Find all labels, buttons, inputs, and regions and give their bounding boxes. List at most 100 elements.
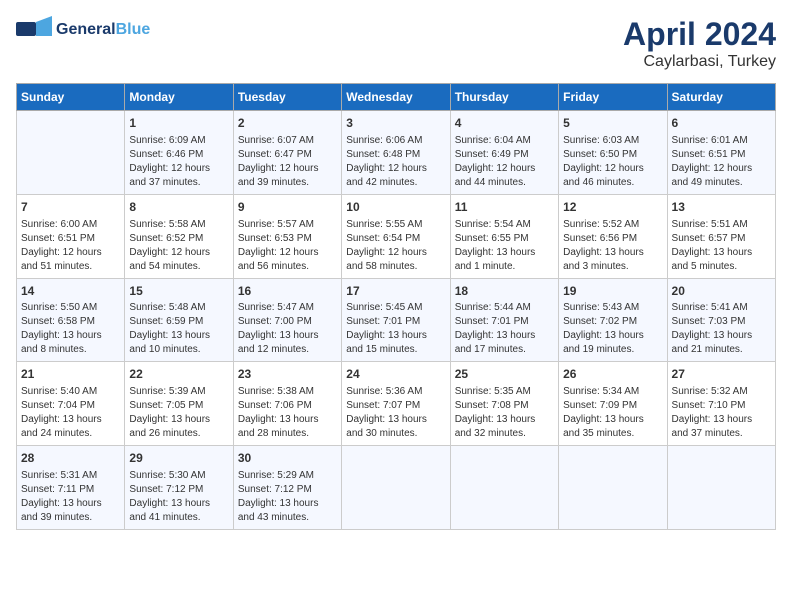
- calendar-cell: 16Sunrise: 5:47 AM Sunset: 7:00 PM Dayli…: [233, 278, 341, 362]
- logo-blue: Blue: [116, 21, 151, 38]
- calendar-cell: 4 Sunrise: 6:04 AM Sunset: 6:49 PM Daylig…: [450, 111, 558, 195]
- day-info: Sunrise: 5:35 AM Sunset: 7:08 PM Dayligh…: [455, 385, 554, 441]
- day-info: Sunrise: 5:50 AM Sunset: 6:58 PM Dayligh…: [21, 301, 120, 357]
- day-number: 23: [238, 366, 337, 383]
- column-header-wednesday: Wednesday: [342, 84, 450, 111]
- day-number: 6: [672, 115, 771, 132]
- day-number: 22: [129, 366, 228, 383]
- day-info: Sunrise: 5:34 AM Sunset: 7:09 PM Dayligh…: [563, 385, 662, 441]
- day-number: 8: [129, 199, 228, 216]
- day-number: 27: [672, 366, 771, 383]
- day-info: Sunrise: 6:06 AM Sunset: 6:48 PM Dayligh…: [346, 134, 445, 190]
- calendar-cell: 20Sunrise: 5:41 AM Sunset: 7:03 PM Dayli…: [667, 278, 775, 362]
- day-number: 17: [346, 283, 445, 300]
- calendar-cell: 30 Sunrise: 5:29 AM Sunset: 7:12 PM Dayli…: [233, 446, 341, 530]
- logo: GeneralBlue: [16, 16, 150, 44]
- calendar-cell: [450, 446, 558, 530]
- column-header-friday: Friday: [559, 84, 667, 111]
- day-info: Sunrise: 6:07 AM Sunset: 6:47 PM Dayligh…: [238, 134, 337, 190]
- day-info: Sunrise: 5:44 AM Sunset: 7:01 PM Dayligh…: [455, 301, 554, 357]
- calendar-cell: 8 Sunrise: 5:58 AM Sunset: 6:52 PM Daylig…: [125, 194, 233, 278]
- sub-title: Caylarbasi, Turkey: [623, 53, 776, 71]
- header-row: SundayMondayTuesdayWednesdayThursdayFrid…: [17, 84, 776, 111]
- calendar-cell: 17Sunrise: 5:45 AM Sunset: 7:01 PM Dayli…: [342, 278, 450, 362]
- day-info: Sunrise: 5:29 AM Sunset: 7:12 PM Dayligh…: [238, 469, 337, 525]
- column-header-thursday: Thursday: [450, 84, 558, 111]
- day-info: Sunrise: 5:30 AM Sunset: 7:12 PM Dayligh…: [129, 469, 228, 525]
- calendar-cell: [17, 111, 125, 195]
- day-number: 26: [563, 366, 662, 383]
- calendar-cell: 28 Sunrise: 5:31 AM Sunset: 7:11 PM Dayli…: [17, 446, 125, 530]
- calendar-cell: 10 Sunrise: 5:55 AM Sunset: 6:54 PM Dayli…: [342, 194, 450, 278]
- week-row-1: 1Sunrise: 6:09 AM Sunset: 6:46 PM Daylig…: [17, 111, 776, 195]
- day-info: Sunrise: 5:55 AM Sunset: 6:54 PM Dayligh…: [346, 218, 445, 274]
- logo-text: GeneralBlue: [56, 21, 150, 39]
- calendar-cell: 19Sunrise: 5:43 AM Sunset: 7:02 PM Dayli…: [559, 278, 667, 362]
- day-number: 9: [238, 199, 337, 216]
- day-number: 14: [21, 283, 120, 300]
- day-info: Sunrise: 5:57 AM Sunset: 6:53 PM Dayligh…: [238, 218, 337, 274]
- day-info: Sunrise: 5:51 AM Sunset: 6:57 PM Dayligh…: [672, 218, 771, 274]
- calendar-cell: 24Sunrise: 5:36 AM Sunset: 7:07 PM Dayli…: [342, 362, 450, 446]
- day-info: Sunrise: 5:58 AM Sunset: 6:52 PM Dayligh…: [129, 218, 228, 274]
- day-number: 2: [238, 115, 337, 132]
- day-number: 3: [346, 115, 445, 132]
- day-info: Sunrise: 5:41 AM Sunset: 7:03 PM Dayligh…: [672, 301, 771, 357]
- day-info: Sunrise: 5:36 AM Sunset: 7:07 PM Dayligh…: [346, 385, 445, 441]
- day-number: 28: [21, 450, 120, 467]
- title-block: April 2024 Caylarbasi, Turkey: [623, 16, 776, 71]
- day-number: 29: [129, 450, 228, 467]
- day-number: 10: [346, 199, 445, 216]
- day-info: Sunrise: 6:09 AM Sunset: 6:46 PM Dayligh…: [129, 134, 228, 190]
- day-number: 13: [672, 199, 771, 216]
- day-info: Sunrise: 6:01 AM Sunset: 6:51 PM Dayligh…: [672, 134, 771, 190]
- calendar-cell: 15Sunrise: 5:48 AM Sunset: 6:59 PM Dayli…: [125, 278, 233, 362]
- week-row-2: 7Sunrise: 6:00 AM Sunset: 6:51 PM Daylig…: [17, 194, 776, 278]
- calendar-cell: 7Sunrise: 6:00 AM Sunset: 6:51 PM Daylig…: [17, 194, 125, 278]
- calendar-cell: 26 Sunrise: 5:34 AM Sunset: 7:09 PM Dayli…: [559, 362, 667, 446]
- day-number: 15: [129, 283, 228, 300]
- day-number: 25: [455, 366, 554, 383]
- calendar-cell: 9 Sunrise: 5:57 AM Sunset: 6:53 PM Daylig…: [233, 194, 341, 278]
- day-info: Sunrise: 5:45 AM Sunset: 7:01 PM Dayligh…: [346, 301, 445, 357]
- calendar-cell: [667, 446, 775, 530]
- day-info: Sunrise: 5:32 AM Sunset: 7:10 PM Dayligh…: [672, 385, 771, 441]
- calendar-cell: 23 Sunrise: 5:38 AM Sunset: 7:06 PM Dayli…: [233, 362, 341, 446]
- calendar-cell: 2 Sunrise: 6:07 AM Sunset: 6:47 PM Daylig…: [233, 111, 341, 195]
- day-info: Sunrise: 5:52 AM Sunset: 6:56 PM Dayligh…: [563, 218, 662, 274]
- day-number: 19: [563, 283, 662, 300]
- day-info: Sunrise: 5:47 AM Sunset: 7:00 PM Dayligh…: [238, 301, 337, 357]
- calendar-cell: 1Sunrise: 6:09 AM Sunset: 6:46 PM Daylig…: [125, 111, 233, 195]
- day-number: 30: [238, 450, 337, 467]
- calendar-cell: 14Sunrise: 5:50 AM Sunset: 6:58 PM Dayli…: [17, 278, 125, 362]
- day-info: Sunrise: 5:31 AM Sunset: 7:11 PM Dayligh…: [21, 469, 120, 525]
- day-number: 18: [455, 283, 554, 300]
- day-info: Sunrise: 5:39 AM Sunset: 7:05 PM Dayligh…: [129, 385, 228, 441]
- day-info: Sunrise: 5:40 AM Sunset: 7:04 PM Dayligh…: [21, 385, 120, 441]
- day-number: 12: [563, 199, 662, 216]
- day-number: 4: [455, 115, 554, 132]
- day-number: 20: [672, 283, 771, 300]
- calendar-cell: 11 Sunrise: 5:54 AM Sunset: 6:55 PM Dayli…: [450, 194, 558, 278]
- calendar-cell: 13 Sunrise: 5:51 AM Sunset: 6:57 PM Dayli…: [667, 194, 775, 278]
- calendar-body: 1Sunrise: 6:09 AM Sunset: 6:46 PM Daylig…: [17, 111, 776, 530]
- column-header-tuesday: Tuesday: [233, 84, 341, 111]
- logo-general: General: [56, 21, 116, 38]
- day-info: Sunrise: 5:38 AM Sunset: 7:06 PM Dayligh…: [238, 385, 337, 441]
- calendar-cell: 12 Sunrise: 5:52 AM Sunset: 6:56 PM Dayli…: [559, 194, 667, 278]
- calendar-cell: 27 Sunrise: 5:32 AM Sunset: 7:10 PM Dayli…: [667, 362, 775, 446]
- day-info: Sunrise: 5:48 AM Sunset: 6:59 PM Dayligh…: [129, 301, 228, 357]
- day-number: 5: [563, 115, 662, 132]
- calendar-cell: 18Sunrise: 5:44 AM Sunset: 7:01 PM Dayli…: [450, 278, 558, 362]
- day-info: Sunrise: 5:54 AM Sunset: 6:55 PM Dayligh…: [455, 218, 554, 274]
- day-number: 21: [21, 366, 120, 383]
- calendar-cell: 22 Sunrise: 5:39 AM Sunset: 7:05 PM Dayli…: [125, 362, 233, 446]
- calendar-header: SundayMondayTuesdayWednesdayThursdayFrid…: [17, 84, 776, 111]
- calendar-cell: 6 Sunrise: 6:01 AM Sunset: 6:51 PM Daylig…: [667, 111, 775, 195]
- calendar-cell: [342, 446, 450, 530]
- day-number: 11: [455, 199, 554, 216]
- column-header-saturday: Saturday: [667, 84, 775, 111]
- day-number: 16: [238, 283, 337, 300]
- day-info: Sunrise: 6:04 AM Sunset: 6:49 PM Dayligh…: [455, 134, 554, 190]
- calendar-table: SundayMondayTuesdayWednesdayThursdayFrid…: [16, 83, 776, 530]
